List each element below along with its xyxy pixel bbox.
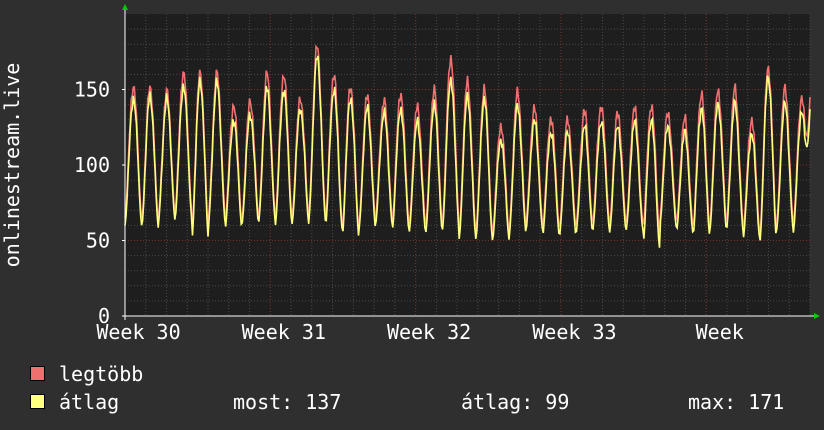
stat-max: max: 171: [688, 391, 784, 413]
y-axis-label: onlinestream.live: [0, 63, 24, 268]
x-tick-label: Week 30: [96, 320, 180, 344]
stat-now: most: 137: [233, 391, 341, 413]
stat-average: átlag: 99: [461, 391, 569, 413]
stat-now-label: most:: [233, 390, 294, 414]
stat-now-value: 137: [305, 390, 342, 414]
x-tick-label: Week 33: [532, 320, 616, 344]
stat-max-value: 171: [748, 390, 785, 414]
legend-item-avg: átlag: [30, 391, 119, 413]
traffic-chart: 050100150Week 30 Week 31 Week 32 Week 33 Wee…: [0, 4, 820, 344]
y-tick-label: 150: [74, 78, 110, 102]
stat-average-label: átlag:: [461, 390, 534, 414]
legend-avg-label: átlag: [59, 390, 120, 414]
graph-panel: 0 50 100 150 Week 30 Week 31 Week 32 Week 33 Wee…: [0, 0, 824, 430]
stat-average-value: 99: [545, 390, 570, 414]
stat-max-label: max:: [688, 390, 737, 414]
legend-max-label: legtöbb: [59, 362, 144, 386]
grid: [124, 14, 811, 316]
y-tick-label: 50: [86, 229, 110, 253]
max-series-swatch: [30, 366, 45, 381]
avg-series-swatch: [30, 394, 45, 409]
x-tick-label: Week 31: [242, 320, 326, 344]
y-axis-arrow: [122, 4, 128, 10]
legend-item-max: legtöbb: [30, 363, 143, 385]
x-tick-label: Week 32: [387, 320, 471, 344]
y-tick-label: 100: [74, 153, 110, 177]
x-tick-label: Week: [696, 320, 744, 344]
x-axis-arrow: [814, 313, 820, 319]
